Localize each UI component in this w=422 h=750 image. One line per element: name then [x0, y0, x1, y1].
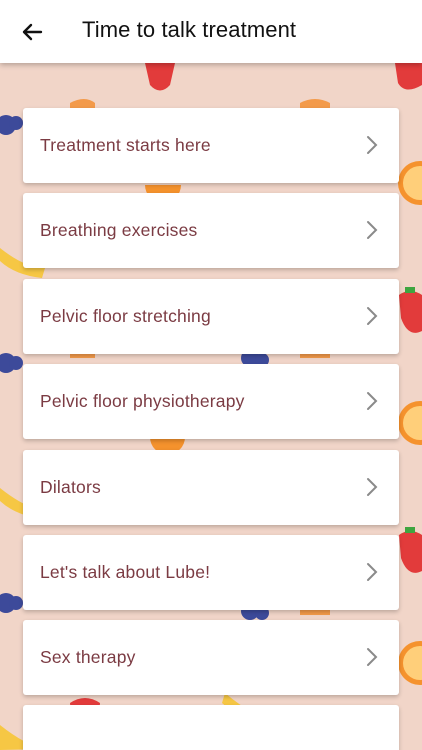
list-item-label: Sex therapy: [40, 647, 136, 667]
back-button[interactable]: [14, 14, 50, 50]
chevron-right-icon: [367, 136, 378, 154]
page-title: Time to talk treatment: [82, 17, 297, 42]
list-item-label: Pelvic floor stretching: [40, 306, 211, 326]
chevron-right-icon: [367, 478, 378, 496]
chevron-right-icon: [367, 392, 378, 410]
list-item[interactable]: Pelvic floor stretching: [23, 279, 399, 354]
list-item[interactable]: Sex therapy: [23, 620, 399, 695]
list-item[interactable]: Dilators: [23, 450, 399, 525]
list-item-label: Treatment starts here: [40, 135, 211, 155]
list-item[interactable]: Pelvic floor physiotherapy: [23, 364, 399, 439]
list-item-label: Breathing exercises: [40, 220, 198, 240]
list-item-label: Dilators: [40, 477, 101, 497]
arrow-left-icon: [22, 23, 43, 41]
chevron-right-icon: [367, 221, 378, 239]
list-item[interactable]: Breathing exercises: [23, 193, 399, 268]
app-bar: Time to talk treatment: [0, 0, 422, 63]
list-item[interactable]: [23, 705, 399, 750]
chevron-right-icon: [367, 563, 378, 581]
list-item-label: Pelvic floor physiotherapy: [40, 391, 245, 411]
chevron-right-icon: [367, 648, 378, 666]
list-item[interactable]: Treatment starts here: [23, 108, 399, 183]
treatment-list: Treatment starts here Breathing exercise…: [0, 63, 422, 750]
list-item[interactable]: Let's talk about Lube!: [23, 535, 399, 610]
chevron-right-icon: [367, 307, 378, 325]
list-item-label: Let's talk about Lube!: [40, 562, 211, 582]
